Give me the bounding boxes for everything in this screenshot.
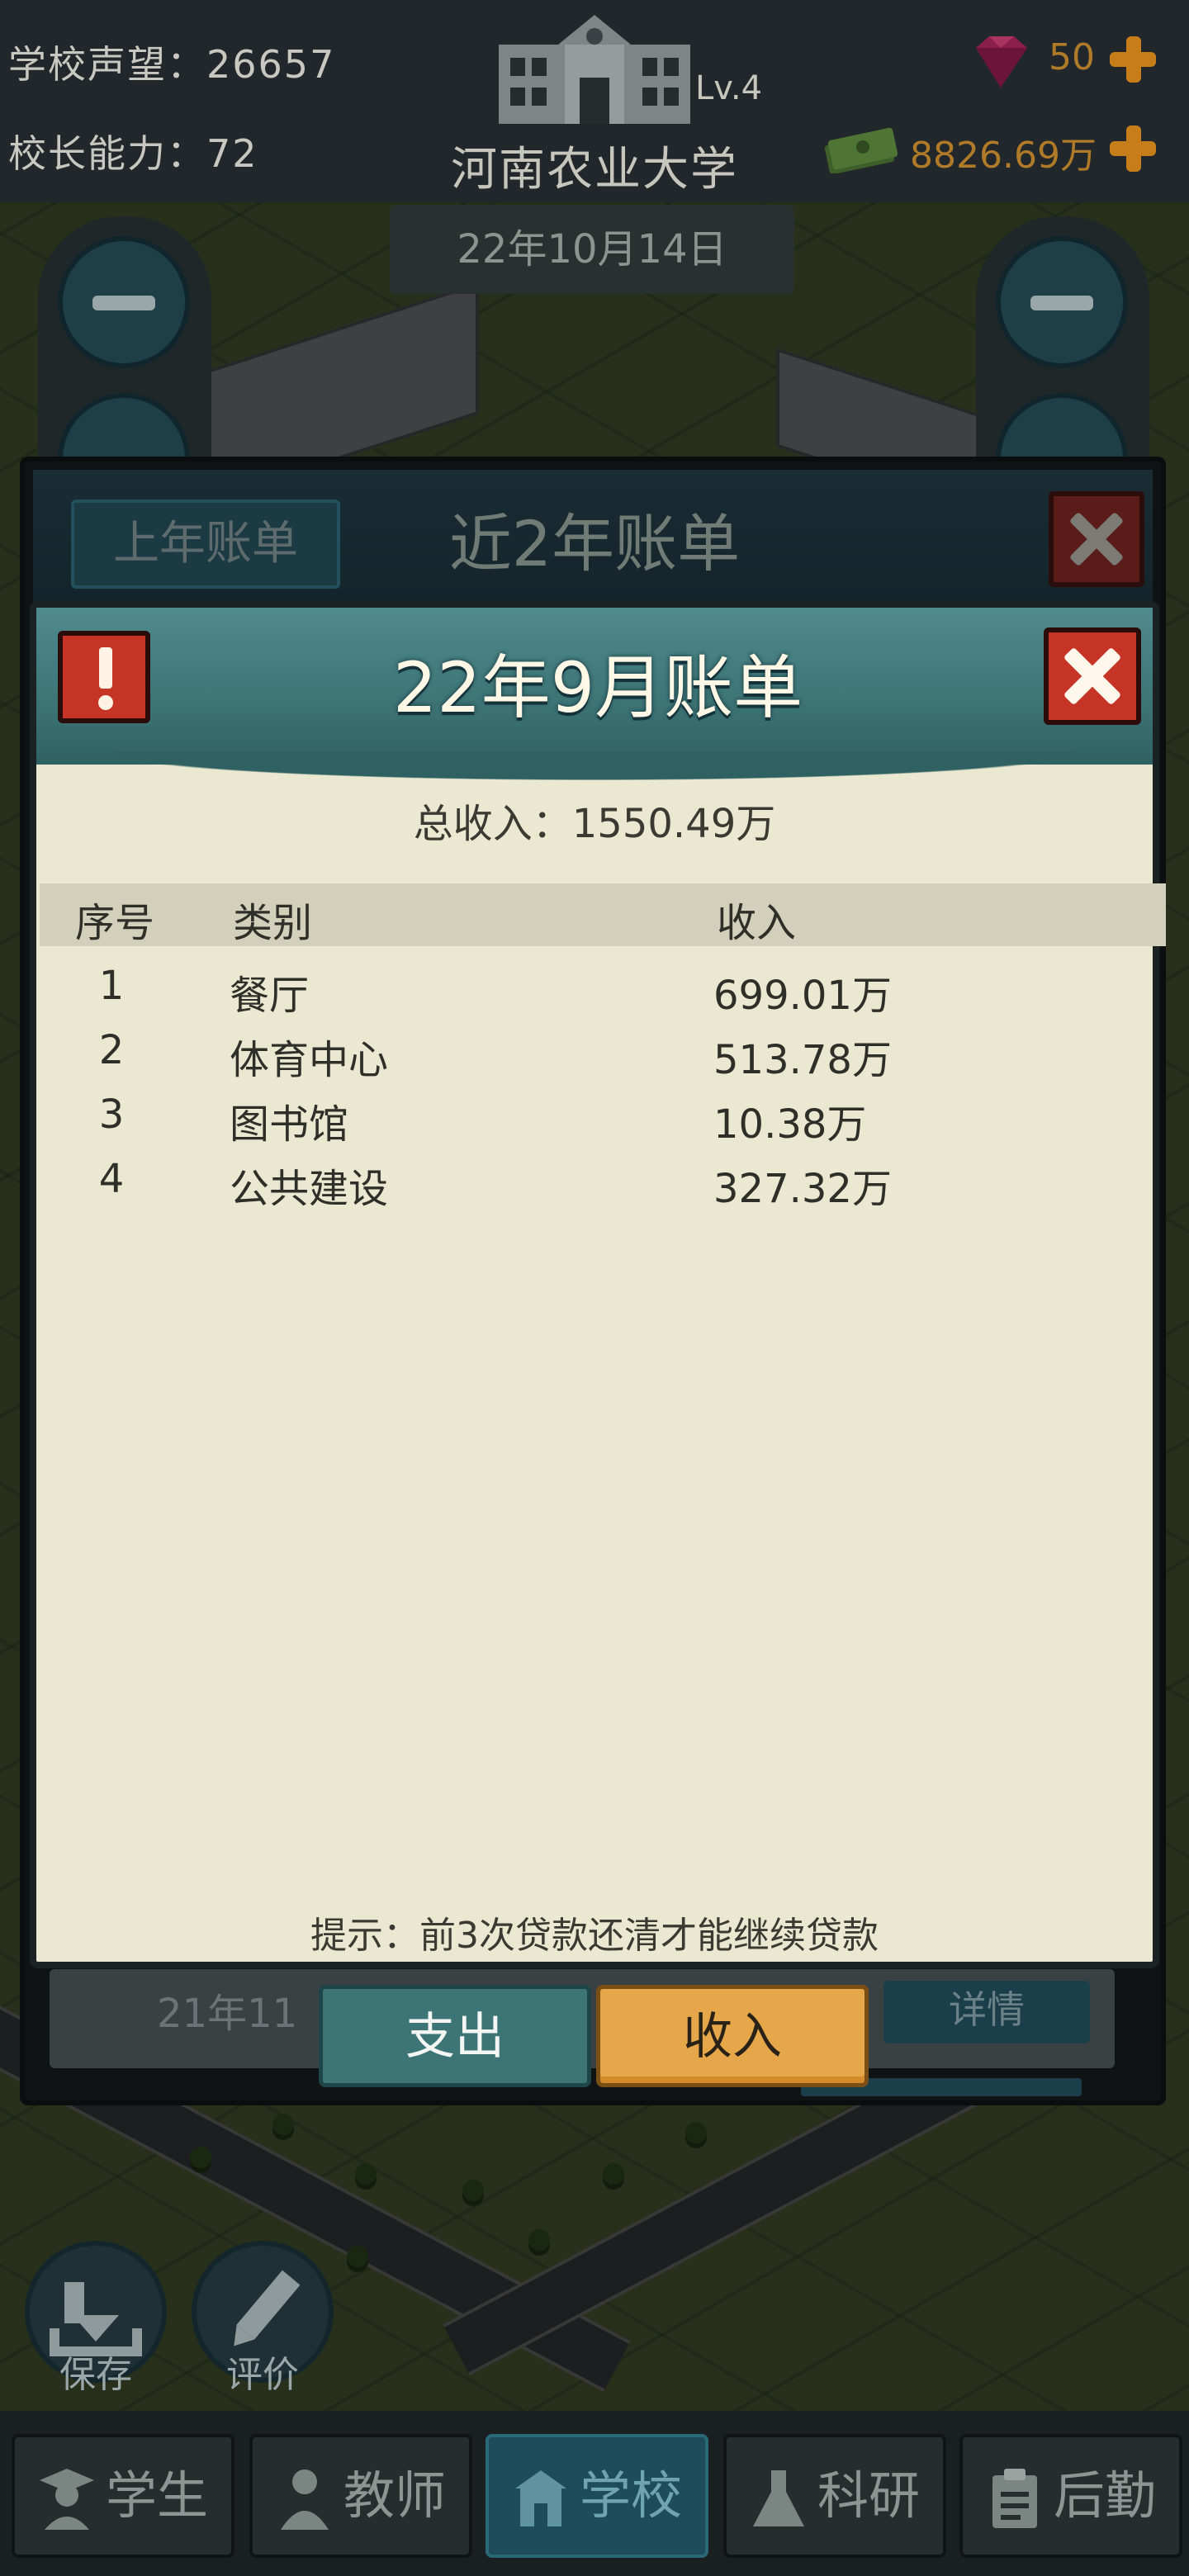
nav-item-school[interactable]: 学校 [486, 2434, 708, 2558]
reputation-label: 学校声望： [8, 42, 206, 87]
ability-value: 72 [206, 131, 258, 176]
money-count: 8826.69万 [910, 135, 1097, 177]
row-income: 513.78万 [713, 1037, 892, 1083]
row-index: 1 [98, 963, 125, 1009]
monthly-bill-dialog: 22年9月账单 总收入：1550.49万 序号 类别 收入 1 餐厅 699.0… [30, 601, 1166, 1968]
alert-icon-dot [98, 695, 113, 710]
teacher-icon [281, 2469, 329, 2530]
row-income: 327.32万 [713, 1166, 892, 1212]
total-income-value: 1550.49万 [571, 801, 776, 847]
row-income: 699.01万 [713, 973, 892, 1019]
left-side-controls [38, 216, 211, 525]
nav-item-teachers[interactable]: 教师 [249, 2434, 472, 2558]
row-income: 10.38万 [713, 1101, 867, 1148]
student-icon [40, 2469, 94, 2530]
alert-icon-bar [99, 647, 112, 689]
save-label: 保存 [59, 2354, 132, 2396]
row-index: 2 [98, 1027, 125, 1073]
school-name: 河南农业大学 [451, 143, 738, 197]
bill-row-month: 21年11 [157, 1991, 298, 2037]
bill-window-close-button[interactable] [1049, 491, 1144, 587]
row-category: 餐厅 [230, 973, 310, 1019]
column-header-index: 序号 [74, 900, 154, 946]
tab-income[interactable]: 收入 [596, 1985, 869, 2087]
total-income-label: 总收入： [413, 801, 572, 847]
dialog-title: 22年9月账单 [392, 647, 803, 728]
bill-detail-button[interactable]: 详情 [883, 1981, 1090, 2043]
row-category: 体育中心 [230, 1037, 389, 1083]
alert-icon [58, 631, 150, 723]
row-index: 4 [98, 1156, 125, 1202]
nav-item-logistics[interactable]: 后勤 [959, 2434, 1182, 2558]
nav-item-research[interactable]: 科研 [723, 2434, 946, 2558]
add-money-plus-icon[interactable] [1106, 122, 1159, 175]
school-building-icon [499, 15, 690, 124]
loan-tip: 提示：前3次贷款还清才能继续贷款 [310, 1915, 879, 1957]
minus-icon [92, 296, 155, 310]
row-index: 3 [98, 1091, 125, 1138]
dialog-header: 22年9月账单 [36, 608, 1153, 765]
reputation-value: 26657 [206, 42, 336, 87]
school-level: Lv.4 [695, 69, 763, 107]
nav-label: 学校 [579, 2465, 682, 2526]
zoom-out-button-right[interactable] [996, 236, 1128, 368]
zoom-out-button[interactable] [58, 236, 190, 368]
nav-label: 科研 [817, 2465, 920, 2526]
right-side-controls [976, 216, 1149, 525]
tab-expense[interactable]: 支出 [319, 1985, 591, 2087]
row-category: 图书馆 [230, 1101, 349, 1148]
ability-label: 校长能力： [8, 131, 206, 176]
column-header-income: 收入 [717, 900, 797, 946]
cash-icon [824, 127, 898, 173]
top-hud: 学校声望：26657 校长能力：72 Lv.4 河南农业大学 50 8826.6… [0, 0, 1189, 202]
row-category: 公共建设 [230, 1166, 389, 1212]
bottom-navigation: 学生 教师 学校 科研 后勤 [0, 2411, 1189, 2576]
nav-item-students[interactable]: 学生 [12, 2434, 234, 2558]
bill-window-header: 上年账单 近2年账单 [33, 470, 1153, 602]
income-table-header: 序号 类别 收入 [40, 883, 1166, 946]
column-header-category: 类别 [233, 900, 313, 946]
last-year-bill-button[interactable]: 上年账单 [71, 500, 340, 589]
minus-icon [1030, 296, 1093, 310]
nav-label: 教师 [343, 2465, 446, 2526]
flask-icon [753, 2470, 804, 2526]
dialog-close-button[interactable] [1044, 627, 1141, 725]
school-icon [515, 2470, 566, 2526]
gem-icon [976, 36, 1027, 88]
principal-ability-stat: 校长能力：72 [8, 124, 258, 178]
header-wave-decoration [36, 751, 1153, 784]
gem-count: 50 [1049, 36, 1095, 78]
game-date: 22年10月14日 [390, 205, 794, 294]
bill-window-title: 近2年账单 [448, 507, 741, 580]
total-income: 总收入：1550.49万 [36, 791, 1153, 849]
nav-label: 学生 [105, 2465, 208, 2526]
review-label: 评价 [226, 2354, 299, 2396]
clipboard-icon [992, 2469, 1037, 2528]
add-gems-plus-icon[interactable] [1106, 33, 1159, 86]
reputation-stat: 学校声望：26657 [8, 35, 335, 89]
nav-label: 后勤 [1053, 2465, 1156, 2526]
